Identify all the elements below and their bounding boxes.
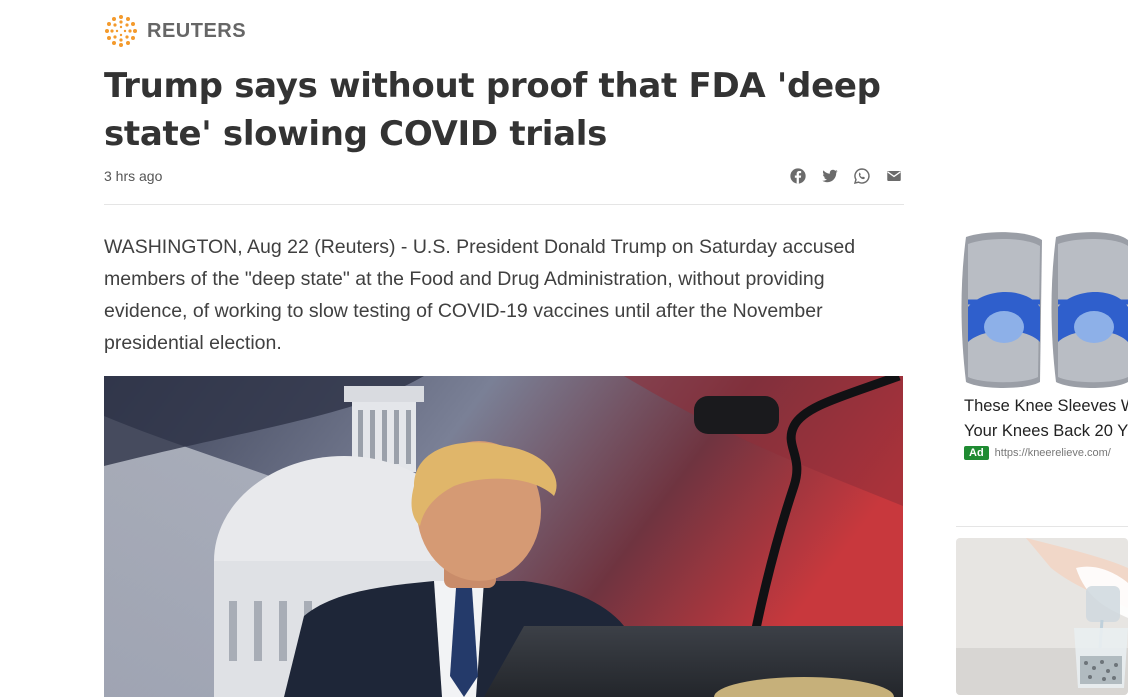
twitter-share-button[interactable] <box>820 166 840 186</box>
article-headline: Trump says without proof that FDA 'deep … <box>104 66 881 154</box>
ad-title[interactable]: These Knee Sleeves W Your Knees Back 20 … <box>956 394 1128 444</box>
mail-icon <box>887 171 901 181</box>
article-photo[interactable] <box>104 376 903 697</box>
share-bar <box>788 166 904 186</box>
sponsored-ad-knee-sleeves[interactable]: These Knee Sleeves W Your Knees Back 20 … <box>956 232 1128 460</box>
sidebar-divider <box>956 526 1128 527</box>
twitter-icon <box>822 169 838 183</box>
header-divider <box>104 204 904 205</box>
ad-title-line-1: These Knee Sleeves W <box>964 397 1128 415</box>
ad-url[interactable]: https://kneerelieve.com/ <box>995 447 1111 459</box>
reuters-logo[interactable]: REUTERS <box>104 14 246 48</box>
ad-image-water-pour <box>956 538 1128 695</box>
reuters-dot-logo-icon <box>105 15 137 47</box>
facebook-share-button[interactable] <box>788 166 808 186</box>
email-share-button[interactable] <box>884 166 904 186</box>
article-lead-paragraph: WASHINGTON, Aug 22 (Reuters) - U.S. Pres… <box>104 236 856 354</box>
ad-meta: Ad https://kneerelieve.com/ <box>956 446 1128 460</box>
article-timestamp: 3 hrs ago <box>104 168 163 184</box>
brand-name: REUTERS <box>147 19 247 42</box>
ad-title-line-2: Your Knees Back 20 Y <box>964 422 1128 440</box>
article-photo-image <box>104 376 903 697</box>
sponsored-ad-water-pour[interactable] <box>956 538 1128 695</box>
facebook-icon <box>790 168 806 184</box>
whatsapp-icon <box>853 168 870 185</box>
ad-badge: Ad <box>964 446 989 460</box>
ad-image-knee-sleeves[interactable] <box>956 232 1128 392</box>
whatsapp-share-button[interactable] <box>852 166 872 186</box>
